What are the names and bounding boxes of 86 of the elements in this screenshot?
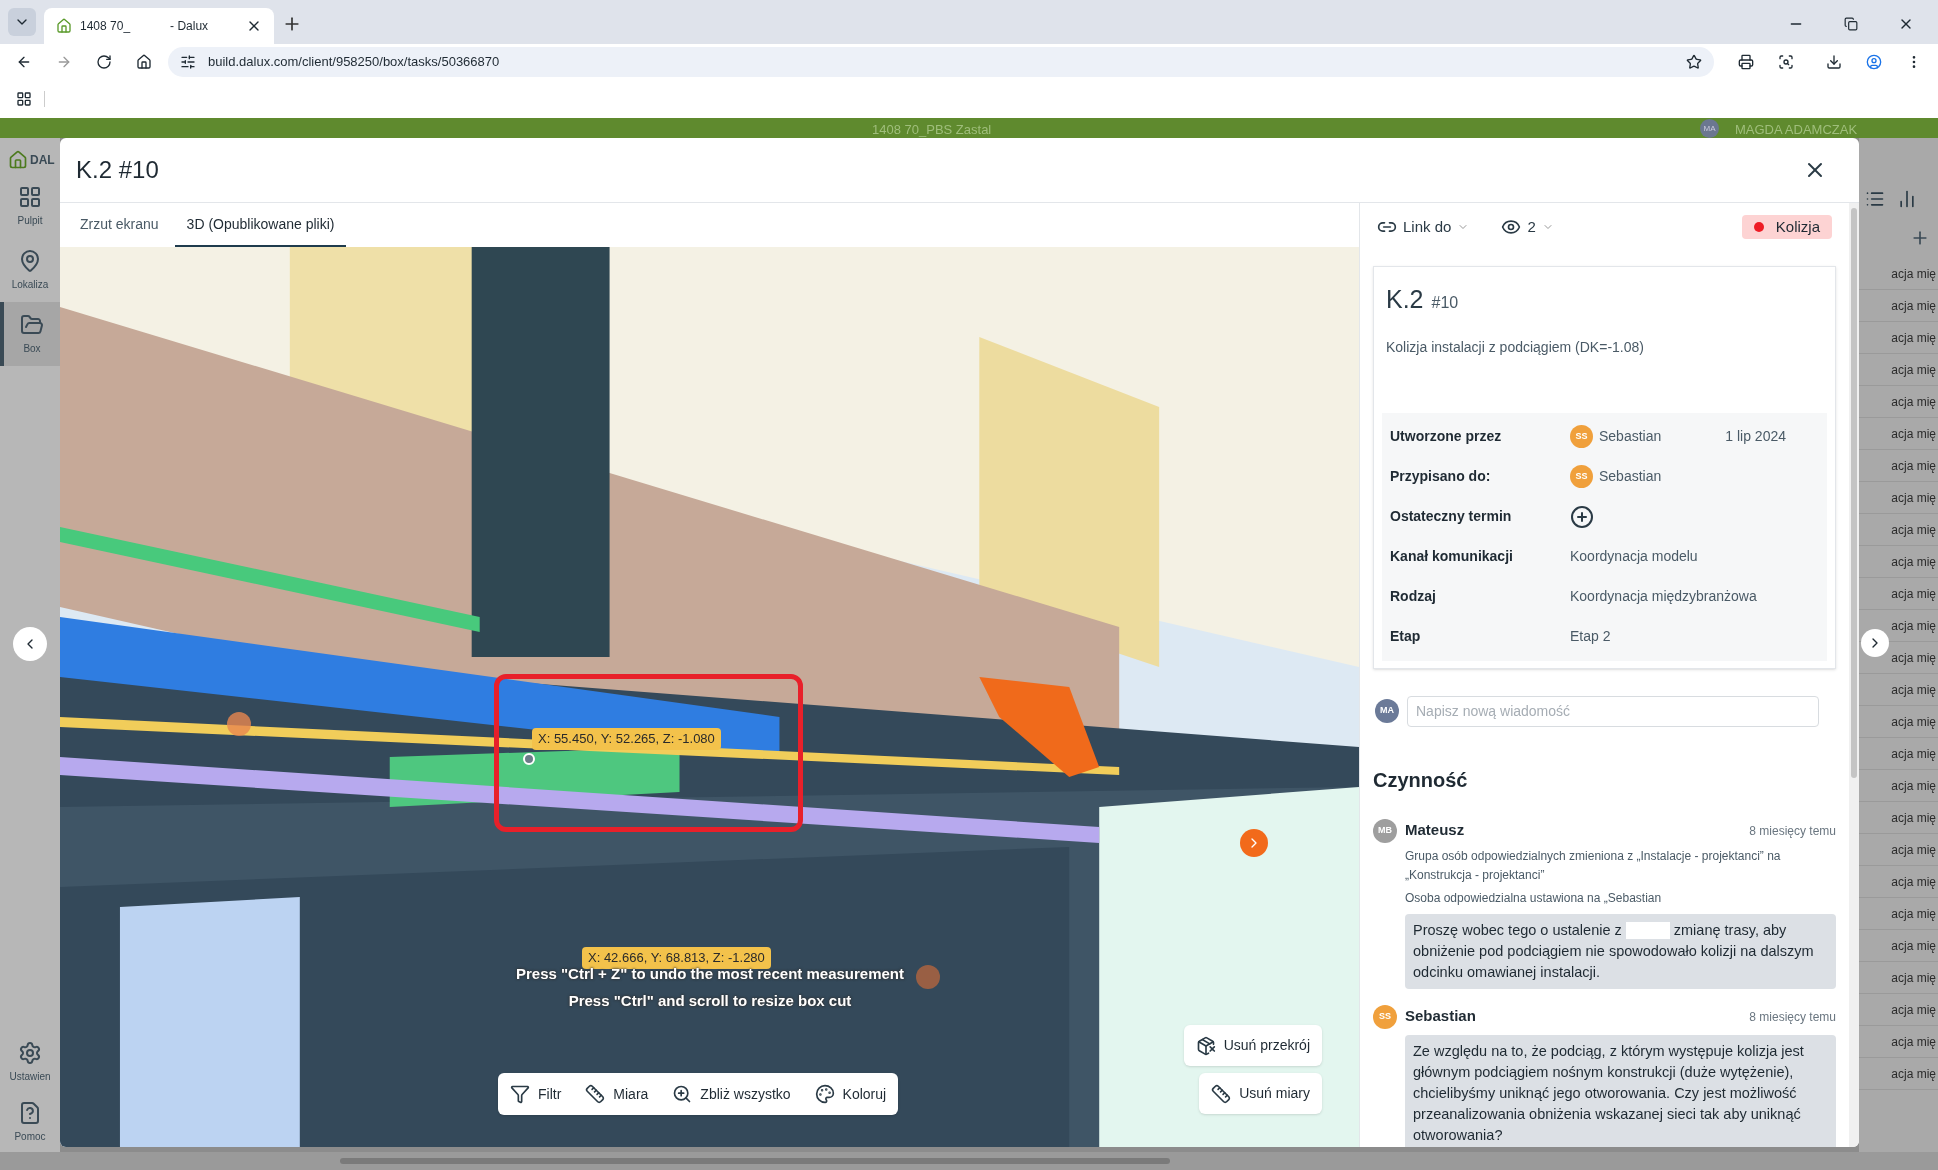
author-name: Mateusz bbox=[1405, 820, 1465, 841]
download-icon[interactable] bbox=[1826, 54, 1842, 70]
bar-chart-icon[interactable] bbox=[1897, 189, 1917, 209]
avatar: MB bbox=[1373, 818, 1397, 843]
sidebar-item[interactable]: Ustawien bbox=[0, 1032, 60, 1092]
toolbar-button[interactable]: Koloruj bbox=[814, 1083, 887, 1105]
add-icon[interactable] bbox=[1570, 504, 1594, 529]
filter-icon bbox=[510, 1084, 530, 1104]
date-text: 1 lip 2024 bbox=[1725, 427, 1786, 446]
activity-heading: Czynność bbox=[1373, 767, 1469, 793]
avatar: SS bbox=[1570, 425, 1593, 448]
activity-event: Osoba odpowiedzialna ustawiona na „Sebastian bbox=[1405, 889, 1662, 907]
field-label: Przypisano do: bbox=[1390, 467, 1492, 486]
sidebar-item[interactable]: Pomoc bbox=[0, 1092, 60, 1152]
apps-icon[interactable] bbox=[16, 91, 32, 107]
ruler-icon bbox=[585, 1084, 606, 1104]
time-text: 8 miesięcy temu bbox=[1749, 822, 1836, 840]
field-label: Etap bbox=[1390, 627, 1422, 646]
ruler-icon bbox=[1211, 1083, 1232, 1104]
hint-text: Press "Ctrl" and scroll to resize box cut bbox=[568, 990, 852, 1011]
url-text: build.dalux.com/client/958250/box/tasks/50366870 bbox=[208, 53, 500, 72]
help-icon bbox=[18, 1100, 42, 1125]
list-icon[interactable] bbox=[1865, 189, 1885, 209]
profile-icon[interactable] bbox=[1866, 54, 1882, 70]
author-name: Sebastian bbox=[1405, 1006, 1476, 1027]
sidebar-item[interactable]: Pulpit bbox=[0, 174, 60, 238]
tab-search-button[interactable] bbox=[8, 8, 36, 36]
back-icon[interactable] bbox=[16, 54, 32, 70]
eye-icon bbox=[1501, 217, 1522, 237]
reload-icon[interactable] bbox=[96, 54, 112, 70]
zoom-icon bbox=[672, 1084, 693, 1104]
viewer-action-button[interactable]: Usuń przekrój bbox=[1183, 1025, 1322, 1066]
browser-tab[interactable]: 1408 70_ - Dalux bbox=[44, 8, 274, 44]
address-bar[interactable]: build.dalux.com/client/958250/box/tasks/50366870 bbox=[168, 47, 1714, 77]
bookmark-star-icon bbox=[1686, 54, 1702, 70]
sidebar-item[interactable]: Lokaliza bbox=[0, 238, 60, 302]
field-label: Rodzaj bbox=[1390, 587, 1437, 606]
message-text: Proszę wobec tego o ustalenie z zmianę trasy, aby obniżenie pod podciągiem nie spowodowało kolizji na dalszym odcinku omawianej instalacji. bbox=[1413, 920, 1815, 982]
restore-icon[interactable] bbox=[1844, 17, 1858, 31]
sidebar-item[interactable]: Box bbox=[0, 302, 60, 366]
tab-title: - Dalux bbox=[170, 18, 209, 35]
avatar: SS bbox=[1570, 465, 1593, 488]
task-description: Kolizja instalacji z podciągiem (DK=-1.08) bbox=[1385, 337, 1645, 357]
box-cross-icon bbox=[1195, 1035, 1216, 1056]
activity-event: Grupa osób odpowiedzialnych zmieniona z „Instalacje - projektanci” na „Konstrukcja - projektanci” bbox=[1405, 847, 1782, 884]
house-icon bbox=[56, 18, 72, 34]
time-text: 8 miesięcy temu bbox=[1749, 1008, 1836, 1026]
site-info-icon bbox=[180, 54, 196, 70]
view-tab[interactable]: Zrzut ekranu bbox=[68, 203, 171, 247]
field-label: Ostateczny termin bbox=[1390, 507, 1513, 526]
link-dropdown[interactable]: Link do bbox=[1377, 215, 1470, 239]
dialog-title: K.2 #10 bbox=[76, 155, 159, 185]
grid-icon bbox=[18, 184, 42, 209]
palette-icon bbox=[814, 1084, 835, 1104]
location-pin-icon bbox=[18, 248, 42, 273]
person-name: Sebastian bbox=[1599, 467, 1662, 486]
task-title: K.2 bbox=[1386, 284, 1424, 315]
logo-text: DAL bbox=[30, 152, 55, 169]
tab-title: 1408 70_ bbox=[80, 18, 131, 35]
measurement-label: X: 55.450, Y: 52.265, Z: -1.080 bbox=[532, 728, 721, 750]
field-value: Koordynacja międzybranżowa bbox=[1570, 587, 1757, 606]
viewer-action-button[interactable]: Usuń miary bbox=[1199, 1073, 1322, 1114]
field-value: Koordynacja modelu bbox=[1570, 547, 1698, 566]
avatar: SS bbox=[1373, 1004, 1397, 1029]
avatar: MA bbox=[1375, 699, 1399, 723]
forward-icon[interactable] bbox=[56, 54, 72, 70]
printer-icon[interactable] bbox=[1738, 54, 1754, 70]
field-label: Utworzone przez bbox=[1390, 427, 1503, 446]
toolbar-button[interactable]: Zbliż wszystko bbox=[672, 1083, 791, 1105]
home-icon[interactable] bbox=[136, 54, 152, 70]
user-avatar: MA bbox=[1700, 119, 1719, 138]
lens-icon[interactable] bbox=[1778, 54, 1794, 70]
measurement-label: X: 42.666, Y: 68.813, Z: -1.280 bbox=[582, 947, 771, 969]
toolbar-button[interactable]: Filtr bbox=[510, 1083, 562, 1105]
field-value: Etap 2 bbox=[1570, 627, 1611, 646]
settings-icon bbox=[18, 1040, 42, 1065]
task-number: #10 bbox=[1431, 293, 1459, 313]
status-label: Kolizja bbox=[1775, 216, 1820, 237]
folder-icon bbox=[20, 312, 44, 337]
person-name: Sebastian bbox=[1599, 427, 1662, 446]
watchers-dropdown[interactable]: 2 bbox=[1501, 215, 1554, 239]
logo-icon bbox=[8, 150, 28, 170]
toolbar-button[interactable]: Miara bbox=[585, 1083, 649, 1105]
field-label: Kanał komunikacji bbox=[1390, 547, 1514, 566]
message-field[interactable]: Napisz nową wiadomość bbox=[1407, 695, 1819, 727]
message-text: Ze względu na to, że podciąg, z którym występuje kolizja jest głównym podciągiem nośnym konstrukcji (duże wytężenie), chcielibyśmy uniknąć jego otworowania. Czy jest możliwość przeanalizowania obniżenia wskazanej sieci tak aby uniknąć otworowania? bbox=[1413, 1041, 1805, 1145]
